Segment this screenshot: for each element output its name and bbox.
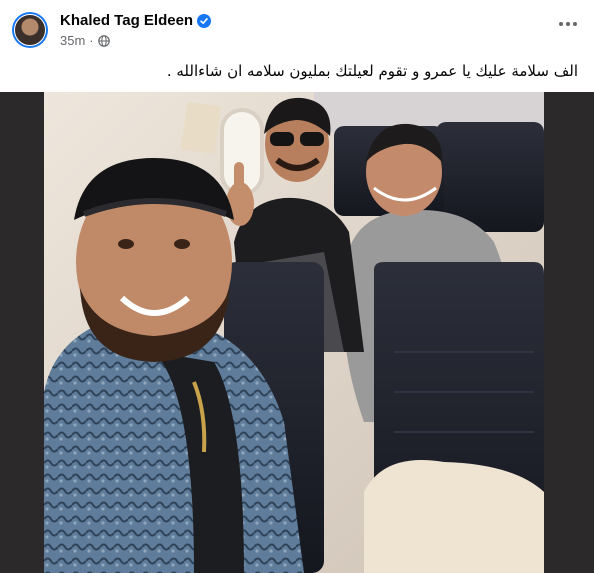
post-timestamp[interactable]: 35m: [60, 33, 85, 48]
verified-badge-icon: [197, 13, 212, 28]
author-row: Khaled Tag Eldeen: [60, 12, 212, 29]
author-name[interactable]: Khaled Tag Eldeen: [60, 12, 193, 29]
post-text: الف سلامة عليك يا عمرو و تقوم لعيلتك بمل…: [166, 62, 578, 80]
post-header: Khaled Tag Eldeen 35m ·: [0, 0, 594, 60]
author-avatar[interactable]: [12, 12, 48, 48]
avatar-image: [14, 14, 46, 46]
globe-icon: [97, 34, 110, 47]
selfie-illustration: [44, 92, 544, 573]
photo-frame[interactable]: [0, 92, 594, 573]
post-meta: 35m ·: [60, 33, 110, 48]
post-photo[interactable]: [44, 92, 544, 573]
more-options-icon[interactable]: [554, 14, 582, 34]
meta-separator: ·: [89, 33, 94, 48]
